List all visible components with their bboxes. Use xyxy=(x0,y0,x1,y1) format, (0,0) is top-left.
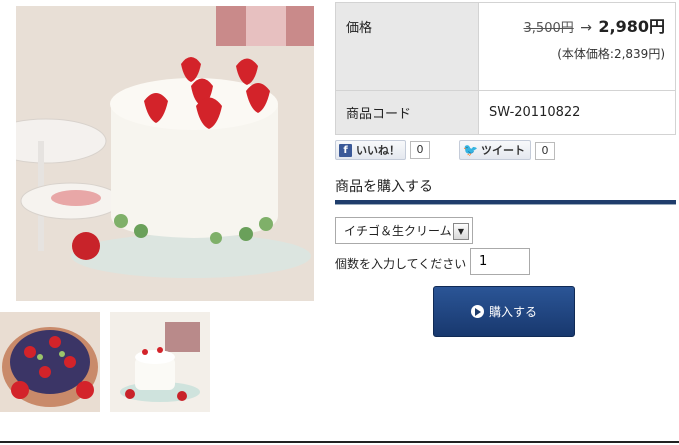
buy-button[interactable]: 購入する xyxy=(433,286,575,337)
tweet-button[interactable]: 🐦 ツイート xyxy=(459,140,531,160)
price-arrow: → xyxy=(580,20,592,36)
variant-select[interactable]: イチゴ＆生クリーム ▼ xyxy=(335,217,473,244)
buy-button-label: 購入する xyxy=(488,305,537,319)
facebook-like-count: 0 xyxy=(410,140,430,159)
white-cake-illustration xyxy=(110,312,210,412)
price-line: 3,500円 → 2,980円 xyxy=(489,17,665,39)
price-row: 価格 3,500円 → 2,980円 (本体価格:2,839円) xyxy=(335,2,676,91)
thumbnail-white-cake[interactable] xyxy=(110,312,210,412)
strawberry-cake-illustration xyxy=(16,6,314,301)
berry-tart-illustration xyxy=(0,312,100,412)
tax-excluded-price: (本体価格:2,839円) xyxy=(557,47,665,61)
thumbnail-berry-tart[interactable] xyxy=(0,312,100,412)
price-cell: 3,500円 → 2,980円 (本体価格:2,839円) xyxy=(478,2,676,91)
facebook-like-widget: f いいね！ 0 xyxy=(335,140,430,160)
tweet-count: 0 xyxy=(534,142,555,160)
product-code-row: 商品コード SW-20110822 xyxy=(335,90,676,135)
old-price: 3,500円 xyxy=(523,21,574,36)
footer-divider xyxy=(0,441,679,443)
play-arrow-icon xyxy=(470,305,484,318)
product-code-label: 商品コード xyxy=(335,90,479,135)
facebook-like-label: いいね！ xyxy=(356,144,400,157)
new-price: 2,980円 xyxy=(598,17,665,36)
twitter-bird-icon: 🐦 xyxy=(463,143,478,157)
product-code-value: SW-20110822 xyxy=(478,90,676,135)
variant-selected-value: イチゴ＆生クリーム xyxy=(344,224,452,238)
chevron-down-icon: ▼ xyxy=(453,223,469,240)
tweet-label: ツイート xyxy=(480,144,525,157)
quantity-input[interactable] xyxy=(470,248,530,275)
quantity-label: 個数を入力してください xyxy=(335,257,467,271)
price-label: 価格 xyxy=(335,2,479,91)
section-divider-thin xyxy=(335,204,676,205)
main-product-image xyxy=(16,6,314,301)
tweet-widget: 🐦 ツイート 0 xyxy=(459,140,555,160)
purchase-section-title: 商品を購入する xyxy=(335,179,433,195)
facebook-icon: f xyxy=(339,143,352,157)
facebook-like-button[interactable]: f いいね！ xyxy=(335,140,406,160)
product-info-table: 価格 3,500円 → 2,980円 (本体価格:2,839円) 商品コード S… xyxy=(335,2,676,135)
